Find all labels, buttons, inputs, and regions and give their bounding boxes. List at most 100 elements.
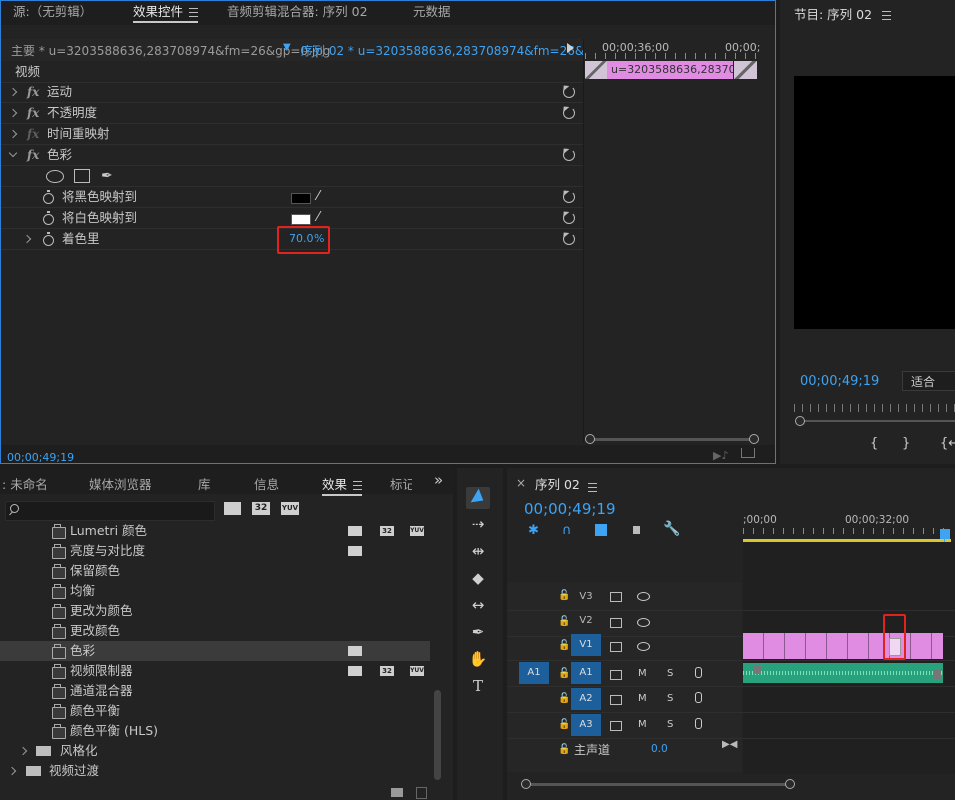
panel-menu-icon[interactable] — [882, 11, 891, 20]
eye-icon[interactable] — [637, 618, 650, 627]
stopwatch-icon[interactable] — [43, 211, 54, 225]
eyedropper-icon[interactable]: ⁄ — [317, 187, 319, 207]
eyedropper-icon[interactable]: ⁄ — [317, 208, 319, 228]
effect-opacity[interactable]: fx 不透明度 — [1, 103, 583, 124]
effect-controls-timecode[interactable]: 00;00;49;19 — [7, 451, 74, 464]
list-item[interactable]: 更改颜色 — [0, 621, 430, 641]
sync-lock-icon[interactable] — [610, 592, 622, 602]
ellipse-mask-icon[interactable] — [46, 170, 64, 183]
pen-tool-icon[interactable]: ✒ — [464, 621, 492, 643]
hand-tool-icon[interactable]: ✋ — [464, 648, 492, 670]
solo-button[interactable]: S — [667, 693, 673, 704]
list-item[interactable]: 保留颜色 — [0, 561, 430, 581]
lock-icon[interactable]: 🔓 — [558, 590, 570, 601]
panel-menu-icon[interactable] — [588, 483, 597, 492]
reset-icon[interactable] — [563, 233, 575, 245]
stopwatch-icon[interactable] — [43, 190, 54, 204]
mark-out-button[interactable]: } — [902, 436, 910, 451]
voiceover-mic-icon[interactable] — [695, 692, 702, 703]
reset-icon[interactable] — [563, 86, 575, 98]
more-tabs-icon[interactable]: » — [434, 471, 443, 489]
sync-lock-icon[interactable] — [610, 670, 622, 680]
black-color-swatch[interactable] — [291, 193, 311, 204]
tab-markers[interactable]: 标记 — [390, 474, 412, 493]
list-item[interactable]: Lumetri 颜色 32 YUV — [0, 521, 430, 541]
scroll-handle-right[interactable] — [749, 434, 759, 444]
accelerated-filter-icon[interactable] — [224, 502, 241, 515]
tab-source[interactable]: 源:（无剪辑） — [13, 1, 92, 23]
linked-selection-icon[interactable] — [595, 524, 607, 536]
effect-tint[interactable]: fx 色彩 — [1, 145, 583, 166]
export-icon[interactable] — [741, 448, 755, 458]
folder-stylize[interactable]: 风格化 — [0, 741, 430, 761]
chevron-down-icon[interactable] — [8, 148, 18, 158]
reset-icon[interactable] — [563, 191, 575, 203]
razor-tool-icon[interactable]: ◆ — [464, 567, 492, 589]
chevron-down-icon[interactable]: ▼ — [283, 42, 291, 53]
chevron-right-icon[interactable] — [8, 108, 18, 118]
effects-scrollbar[interactable] — [434, 690, 441, 780]
white-color-swatch[interactable] — [291, 214, 311, 225]
track-a2-label[interactable]: A2 — [571, 688, 601, 710]
fx-icon[interactable]: fx — [27, 82, 39, 102]
mini-scrollbar[interactable] — [591, 438, 755, 441]
timeline-title[interactable]: 序列 02 — [535, 474, 580, 493]
list-item[interactable]: 通道混合器 — [0, 681, 430, 701]
snap-magnet-icon[interactable]: ∩ — [562, 523, 572, 538]
timeline-scrollbar[interactable] — [526, 783, 792, 786]
chevron-right-icon[interactable] — [18, 746, 28, 756]
go-to-end-icon[interactable]: ▶◀ — [722, 739, 737, 750]
list-item[interactable]: 颜色平衡 (HLS) — [0, 721, 430, 741]
list-item[interactable]: 均衡 — [0, 581, 430, 601]
panel-menu-icon[interactable] — [189, 8, 199, 17]
sync-lock-icon[interactable] — [610, 695, 622, 705]
timeline-scroll-right[interactable] — [785, 779, 795, 789]
fx-icon[interactable]: fx — [27, 103, 39, 123]
yuv-filter-icon[interactable]: YUV — [281, 502, 299, 515]
chevron-right-icon[interactable] — [8, 87, 18, 97]
reset-icon[interactable] — [563, 212, 575, 224]
slip-tool-icon[interactable]: ↔ — [464, 594, 492, 616]
track-select-tool-icon[interactable]: ⇢ — [464, 513, 492, 535]
mini-clip[interactable]: u=3203588636,2837089 — [607, 61, 733, 79]
program-scrollbar[interactable] — [802, 420, 955, 422]
tab-media-browser[interactable]: 媒体浏览器 — [89, 474, 152, 493]
mark-in-button[interactable]: { — [870, 436, 878, 451]
sync-lock-icon[interactable] — [610, 642, 622, 652]
lock-icon[interactable]: 🔓 — [558, 668, 570, 679]
list-item[interactable]: 更改为颜色 — [0, 601, 430, 621]
go-to-in-button[interactable]: {← — [940, 436, 955, 451]
chevron-right-icon[interactable] — [7, 766, 17, 776]
tab-metadata[interactable]: 元数据 — [413, 1, 451, 23]
reset-icon[interactable] — [563, 107, 575, 119]
program-title[interactable]: 节目: 序列 02 — [794, 4, 872, 23]
list-item[interactable]: 颜色平衡 — [0, 701, 430, 721]
pen-mask-icon[interactable]: ✒ — [101, 166, 113, 186]
voiceover-mic-icon[interactable] — [695, 718, 702, 729]
tab-info[interactable]: 信息 — [254, 474, 279, 493]
add-marker-icon[interactable] — [633, 526, 640, 534]
list-item[interactable]: 视频限制器 32 YUV — [0, 661, 430, 681]
tab-untitled[interactable]: : 未命名 — [2, 474, 48, 493]
voiceover-mic-icon[interactable] — [695, 667, 702, 678]
folder-video-transitions[interactable]: 视频过渡 — [0, 761, 430, 781]
eye-icon[interactable] — [637, 592, 650, 601]
wrench-icon[interactable]: 🔧 — [663, 521, 680, 537]
timeline-timecode[interactable]: 00;00;49;19 — [524, 500, 616, 518]
effect-motion[interactable]: fx 运动 — [1, 82, 583, 103]
32bit-filter-icon[interactable]: 32 — [252, 502, 270, 515]
sync-lock-icon[interactable] — [610, 618, 622, 628]
tint-amount-value[interactable]: 70.0 — [289, 229, 314, 249]
program-timecode[interactable]: 00;00;49;19 — [800, 374, 879, 389]
tab-audio-mixer[interactable]: 音频剪辑混合器: 序列 02 — [227, 1, 368, 23]
scroll-handle-left[interactable] — [585, 434, 595, 444]
rectangle-mask-icon[interactable] — [74, 169, 90, 183]
play-only-icon[interactable] — [567, 43, 574, 53]
playhead-marker[interactable] — [940, 529, 950, 539]
effects-search-input[interactable] — [5, 501, 215, 521]
source-a1-patch[interactable]: A1 — [519, 662, 549, 684]
timeline-scroll-left[interactable] — [521, 779, 531, 789]
list-item[interactable]: 亮度与对比度 — [0, 541, 430, 561]
play-audio-icon[interactable]: ▶♪ — [713, 449, 728, 462]
chevron-right-icon[interactable] — [8, 129, 18, 139]
